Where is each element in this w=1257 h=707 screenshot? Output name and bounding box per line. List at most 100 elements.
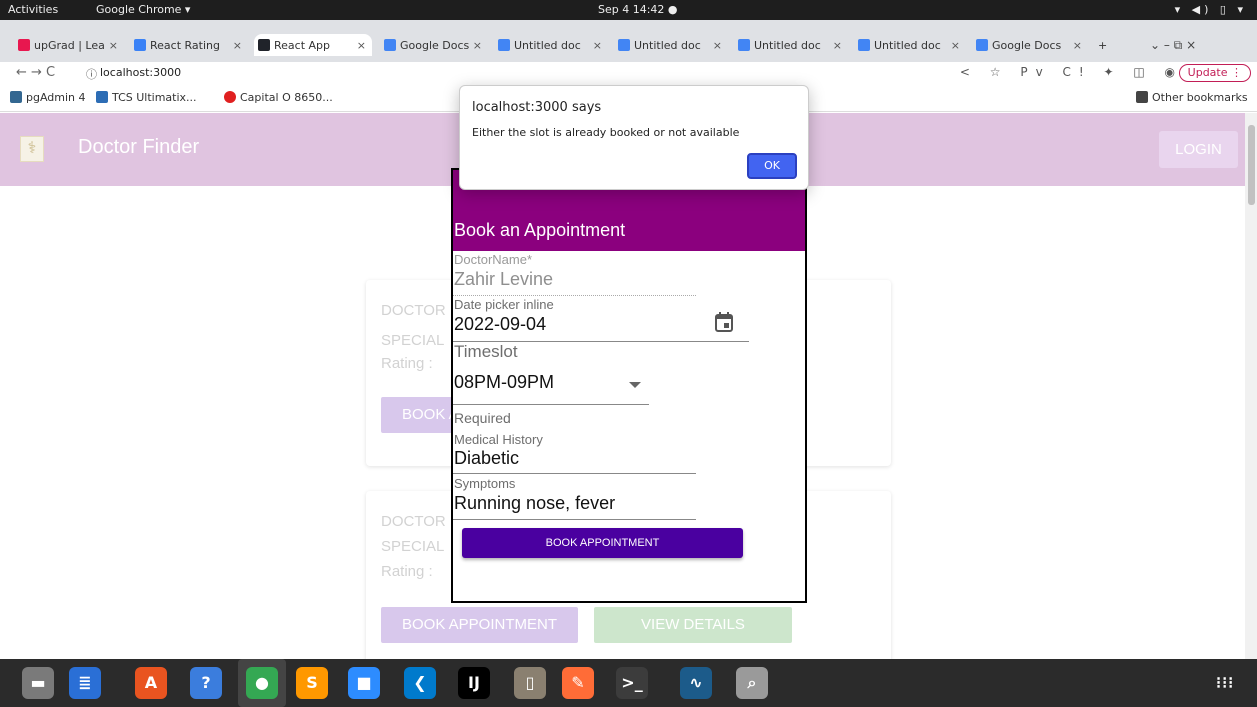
new-tab-button[interactable]: + <box>1094 34 1114 56</box>
app-title: Doctor Finder <box>78 136 200 158</box>
tab-label: Google Docs <box>992 38 1062 52</box>
nav-buttons[interactable]: ← → C <box>16 65 55 80</box>
doctor-name: DOCTOR <box>381 302 446 319</box>
other-bookmarks[interactable]: Other bookmarks <box>1136 91 1248 104</box>
doctor-speciality: SPECIAL <box>381 332 445 349</box>
sublime-icon[interactable]: S <box>296 667 328 699</box>
chevron-down-icon[interactable] <box>629 382 641 388</box>
tab-favicon-icon <box>384 39 396 51</box>
chrome-icon[interactable]: ● <box>246 667 278 699</box>
doctor-rating: Rating : <box>381 563 433 580</box>
alert-dialog: localhost:3000 says Either the slot is a… <box>459 85 809 190</box>
tab-favicon-icon <box>858 39 870 51</box>
symptoms-field[interactable]: Running nose, fever <box>454 493 615 514</box>
bookmark-label: pgAdmin 4 <box>26 91 86 104</box>
tab-close-icon[interactable]: × <box>951 39 960 52</box>
timeslot-helper-text: Required <box>454 410 511 426</box>
toolbar-extension-icons[interactable]: < ☆ Pv C! ✦ ◫ ◉ <box>960 65 1183 79</box>
terminal-icon[interactable]: >_ <box>616 667 648 699</box>
browser-tab[interactable]: React Rating × <box>130 34 248 56</box>
activities-button[interactable]: Activities <box>8 3 58 16</box>
folder-icon <box>1136 91 1148 103</box>
doctor-name-field: Zahir Levine <box>454 269 554 289</box>
system-top-bar: Activities Google Chrome ▾ Sep 4 14:42 ●… <box>0 0 1257 20</box>
modal-title: Book an Appointment <box>454 220 626 240</box>
postman-icon[interactable]: ✎ <box>562 667 594 699</box>
tab-label: React Rating <box>150 38 220 52</box>
bookmark-item[interactable]: pgAdmin 4 <box>10 91 86 104</box>
zoom-icon[interactable]: ■ <box>348 667 380 699</box>
tab-label: upGrad | Lea <box>34 38 105 52</box>
tab-label: Untitled doc <box>514 38 581 52</box>
doctor-speciality: SPECIAL <box>381 538 445 555</box>
browser-tab[interactable]: Google Docs × <box>972 34 1088 56</box>
tab-close-icon[interactable]: × <box>593 39 602 52</box>
help-icon[interactable]: ? <box>190 667 222 699</box>
tcs-icon <box>96 91 108 103</box>
system-status-icons[interactable]: ▾ ◀) ▯ ▾ <box>1175 3 1247 16</box>
update-button[interactable]: Update ⋮ <box>1178 64 1251 82</box>
login-button[interactable]: LOGIN <box>1159 131 1238 168</box>
mysql-workbench-icon[interactable]: ∿ <box>680 667 712 699</box>
tab-favicon-icon <box>738 39 750 51</box>
browser-tab[interactable]: upGrad | Lea × <box>14 34 124 56</box>
app-menu[interactable]: Google Chrome ▾ <box>96 3 190 16</box>
scrollbar-thumb[interactable] <box>1248 125 1255 205</box>
tab-close-icon[interactable]: × <box>473 39 482 52</box>
timeslot-underline <box>453 404 649 405</box>
doctor-rating: Rating : <box>381 355 433 372</box>
search-icon[interactable]: ⌕ <box>736 667 768 699</box>
browser-tab[interactable]: Untitled doc × <box>734 34 848 56</box>
submit-book-appointment-button[interactable]: BOOK APPOINTMENT <box>462 528 743 558</box>
book-appointment-button[interactable]: BOOK APPOINTMENT <box>381 607 578 643</box>
archive-icon[interactable]: ▯ <box>514 667 546 699</box>
clock[interactable]: Sep 4 14:42 ● <box>598 3 678 16</box>
symptoms-underline <box>453 519 696 520</box>
bookmark-item[interactable]: TCS Ultimatix... <box>96 91 197 104</box>
browser-tab[interactable]: Untitled doc × <box>494 34 608 56</box>
medical-history-underline <box>453 473 696 474</box>
timeslot-select[interactable]: 08PM-09PM <box>454 372 554 393</box>
software-icon[interactable]: A <box>135 667 167 699</box>
tab-close-icon[interactable]: × <box>833 39 842 52</box>
medical-history-label: Medical History <box>454 432 543 447</box>
view-details-button[interactable]: VIEW DETAILS <box>594 607 792 643</box>
tab-close-icon[interactable]: × <box>357 39 366 52</box>
vscode-icon[interactable]: ❮ <box>404 667 436 699</box>
date-picker-field[interactable]: 2022-09-04 <box>454 314 546 335</box>
book-appointment-modal: Book an Appointment DoctorName* Zahir Le… <box>451 168 807 603</box>
browser-tab[interactable]: Untitled doc × <box>614 34 728 56</box>
tab-label: Untitled doc <box>634 38 701 52</box>
dock: ▬ ≣ A? ● S ■ ❮ IJ ▯ ✎ >_ ∿ ⌕ ⁝⁝⁝ <box>0 659 1257 707</box>
tab-close-icon[interactable]: × <box>233 39 242 52</box>
intellij-icon[interactable]: IJ <box>458 667 490 699</box>
tab-close-icon[interactable]: × <box>713 39 722 52</box>
window-controls[interactable]: ⌄ – ⧉ × <box>1150 38 1196 53</box>
tab-favicon-icon <box>976 39 988 51</box>
browser-tab[interactable]: Google Docs × <box>380 34 488 56</box>
site-info-icon[interactable]: ⓘ <box>86 66 97 82</box>
tab-close-icon[interactable]: × <box>1073 39 1082 52</box>
alert-title: localhost:3000 says <box>472 100 602 115</box>
bookmark-label: TCS Ultimatix... <box>112 91 197 104</box>
calendar-icon[interactable] <box>714 311 734 333</box>
page-scrollbar[interactable] <box>1245 113 1257 659</box>
show-applications-icon[interactable]: ⁝⁝⁝ <box>1216 673 1234 693</box>
writer-icon[interactable]: ≣ <box>69 667 101 699</box>
page-viewport: ⚕ Doctor Finder LOGIN DOCTOR SPECIAL Rat… <box>0 113 1245 659</box>
files-icon[interactable]: ▬ <box>22 667 54 699</box>
bookmark-item[interactable]: Capital O 8650... <box>224 91 333 104</box>
tab-close-icon[interactable]: × <box>109 39 118 52</box>
bookmark-label: Capital O 8650... <box>240 91 333 104</box>
doctor-name-underline <box>453 295 696 296</box>
app-logo: ⚕ <box>20 136 44 162</box>
browser-tab[interactable]: Untitled doc × <box>854 34 966 56</box>
alert-ok-button[interactable]: OK <box>747 153 797 179</box>
symptoms-label: Symptoms <box>454 476 516 491</box>
url-field[interactable]: localhost:3000 <box>100 66 181 79</box>
date-picker-label: Date picker inline <box>454 297 554 312</box>
tab-label: React App <box>274 38 331 52</box>
browser-tab[interactable]: React App × <box>254 34 372 56</box>
medical-history-field[interactable]: Diabetic <box>454 448 519 469</box>
address-bar-row: ← → C ⓘ localhost:3000 < ☆ Pv C! ✦ ◫ ◉ U… <box>0 62 1257 84</box>
